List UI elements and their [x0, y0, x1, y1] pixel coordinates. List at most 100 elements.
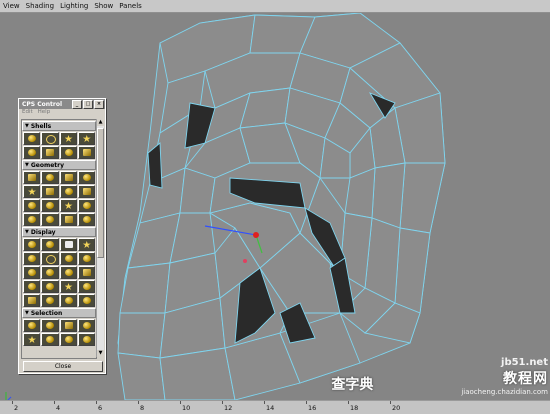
display-tool-icon[interactable] [41, 294, 59, 307]
section-label: Shells [30, 122, 52, 130]
menu-shading[interactable]: Shading [23, 0, 57, 12]
geometry-tool-icon[interactable] [23, 171, 41, 184]
display-tool-icon[interactable] [23, 252, 41, 265]
tool-row [23, 146, 95, 159]
display-tool-icon[interactable] [59, 238, 77, 251]
selection-tool-icon[interactable] [41, 319, 59, 332]
display-tool-icon[interactable] [23, 294, 41, 307]
section-shells[interactable]: ▼ Shells [22, 121, 96, 131]
tool-row [23, 252, 95, 265]
geometry-tool-icon[interactable] [77, 199, 95, 212]
axis-indicator-icon [4, 389, 18, 400]
cps-menu-edit[interactable]: Edit [22, 109, 33, 117]
close-icon[interactable]: × [94, 99, 104, 109]
shell-tool-icon[interactable] [41, 132, 59, 145]
geometry-tool-icon[interactable] [41, 171, 59, 184]
menu-view[interactable]: View [0, 0, 23, 12]
display-tool-icon[interactable] [59, 280, 77, 293]
shell-tool-icon[interactable] [41, 146, 59, 159]
close-button[interactable]: Close [23, 361, 103, 372]
watermark-brand: 查字典 [331, 377, 374, 393]
display-tool-icon[interactable] [77, 252, 95, 265]
cps-menu-help[interactable]: Help [38, 109, 51, 117]
timeline-tickmark [390, 401, 391, 404]
collapse-arrow-icon: ▼ [25, 229, 29, 235]
shell-tool-icon[interactable] [23, 146, 41, 159]
selection-tool-icon[interactable] [77, 333, 95, 346]
shell-tool-icon[interactable] [23, 132, 41, 145]
minimize-icon[interactable]: _ [72, 99, 82, 109]
selection-tool-icon[interactable] [23, 333, 41, 346]
geometry-tool-icon[interactable] [41, 199, 59, 212]
tool-row [23, 132, 95, 145]
menu-panels[interactable]: Panels [116, 0, 145, 12]
selection-tool-icon[interactable] [59, 333, 77, 346]
shell-tool-icon[interactable] [59, 146, 77, 159]
geometry-tool-icon[interactable] [41, 185, 59, 198]
geometry-tool-icon[interactable] [23, 185, 41, 198]
tool-row [23, 213, 95, 226]
geometry-tool-icon[interactable] [77, 185, 95, 198]
cps-control-window: CPS Control _ □ × Edit Help ▼ Shells ▼ G… [18, 98, 106, 374]
timeline-tick-label: 20 [392, 404, 401, 412]
timeline-tickmark [222, 401, 223, 404]
maximize-icon[interactable]: □ [83, 99, 93, 109]
display-tool-icon[interactable] [23, 238, 41, 251]
cps-title-bar[interactable]: CPS Control _ □ × [19, 99, 105, 109]
timeline-tickmark [12, 401, 13, 404]
display-tool-icon[interactable] [77, 266, 95, 279]
section-display[interactable]: ▼ Display [22, 227, 96, 237]
menu-show[interactable]: Show [91, 0, 116, 12]
scroll-thumb[interactable] [97, 128, 104, 258]
scroll-up-icon[interactable]: ▲ [97, 119, 104, 126]
display-tool-icon[interactable] [23, 266, 41, 279]
collapse-arrow-icon: ▼ [25, 310, 29, 316]
tool-row [23, 185, 95, 198]
display-tool-icon[interactable] [77, 280, 95, 293]
shell-tool-icon[interactable] [77, 146, 95, 159]
watermark-tagline: 教程网 [503, 371, 548, 387]
collapse-arrow-icon: ▼ [25, 162, 29, 168]
geometry-tool-icon[interactable] [77, 171, 95, 184]
display-tool-icon[interactable] [59, 266, 77, 279]
geometry-tool-icon[interactable] [23, 199, 41, 212]
display-tool-icon[interactable] [23, 280, 41, 293]
display-tool-icon[interactable] [41, 238, 59, 251]
time-slider[interactable]: 2 4 6 8 10 12 14 16 18 20 [0, 400, 550, 414]
display-tool-icon[interactable] [77, 294, 95, 307]
menu-bar: View Shading Lighting Show Panels [0, 0, 550, 13]
geometry-tool-icon[interactable] [59, 199, 77, 212]
timeline-tick-label: 10 [182, 404, 191, 412]
tool-row [23, 266, 95, 279]
geometry-tool-icon[interactable] [77, 213, 95, 226]
geometry-tool-icon[interactable] [23, 213, 41, 226]
scroll-down-icon[interactable]: ▼ [97, 350, 104, 357]
menu-lighting[interactable]: Lighting [57, 0, 91, 12]
shell-tool-icon[interactable] [77, 132, 95, 145]
selection-tool-icon[interactable] [41, 333, 59, 346]
tool-row [23, 280, 95, 293]
cps-scrollbar[interactable]: ▲ ▼ [96, 119, 104, 357]
display-tool-icon[interactable] [77, 238, 95, 251]
selection-tool-icon[interactable] [59, 319, 77, 332]
selection-tool-icon[interactable] [77, 319, 95, 332]
section-selection[interactable]: ▼ Selection [22, 308, 96, 318]
geometry-tool-icon[interactable] [59, 213, 77, 226]
geometry-tool-icon[interactable] [59, 185, 77, 198]
display-tool-icon[interactable] [59, 294, 77, 307]
display-tool-icon[interactable] [41, 280, 59, 293]
geometry-tool-icon[interactable] [59, 171, 77, 184]
timeline-tickmark [348, 401, 349, 404]
tool-row [23, 333, 95, 346]
display-tool-icon[interactable] [41, 266, 59, 279]
timeline-tick-label: 4 [56, 404, 61, 412]
geometry-tool-icon[interactable] [41, 213, 59, 226]
tool-row [23, 199, 95, 212]
cps-tool-list: ▼ Shells ▼ Geometry ▼ Display ▼ Selectio… [21, 119, 97, 359]
selection-tool-icon[interactable] [23, 319, 41, 332]
shell-tool-icon[interactable] [59, 132, 77, 145]
section-geometry[interactable]: ▼ Geometry [22, 160, 96, 170]
display-tool-icon[interactable] [41, 252, 59, 265]
section-label: Selection [30, 309, 63, 317]
display-tool-icon[interactable] [59, 252, 77, 265]
